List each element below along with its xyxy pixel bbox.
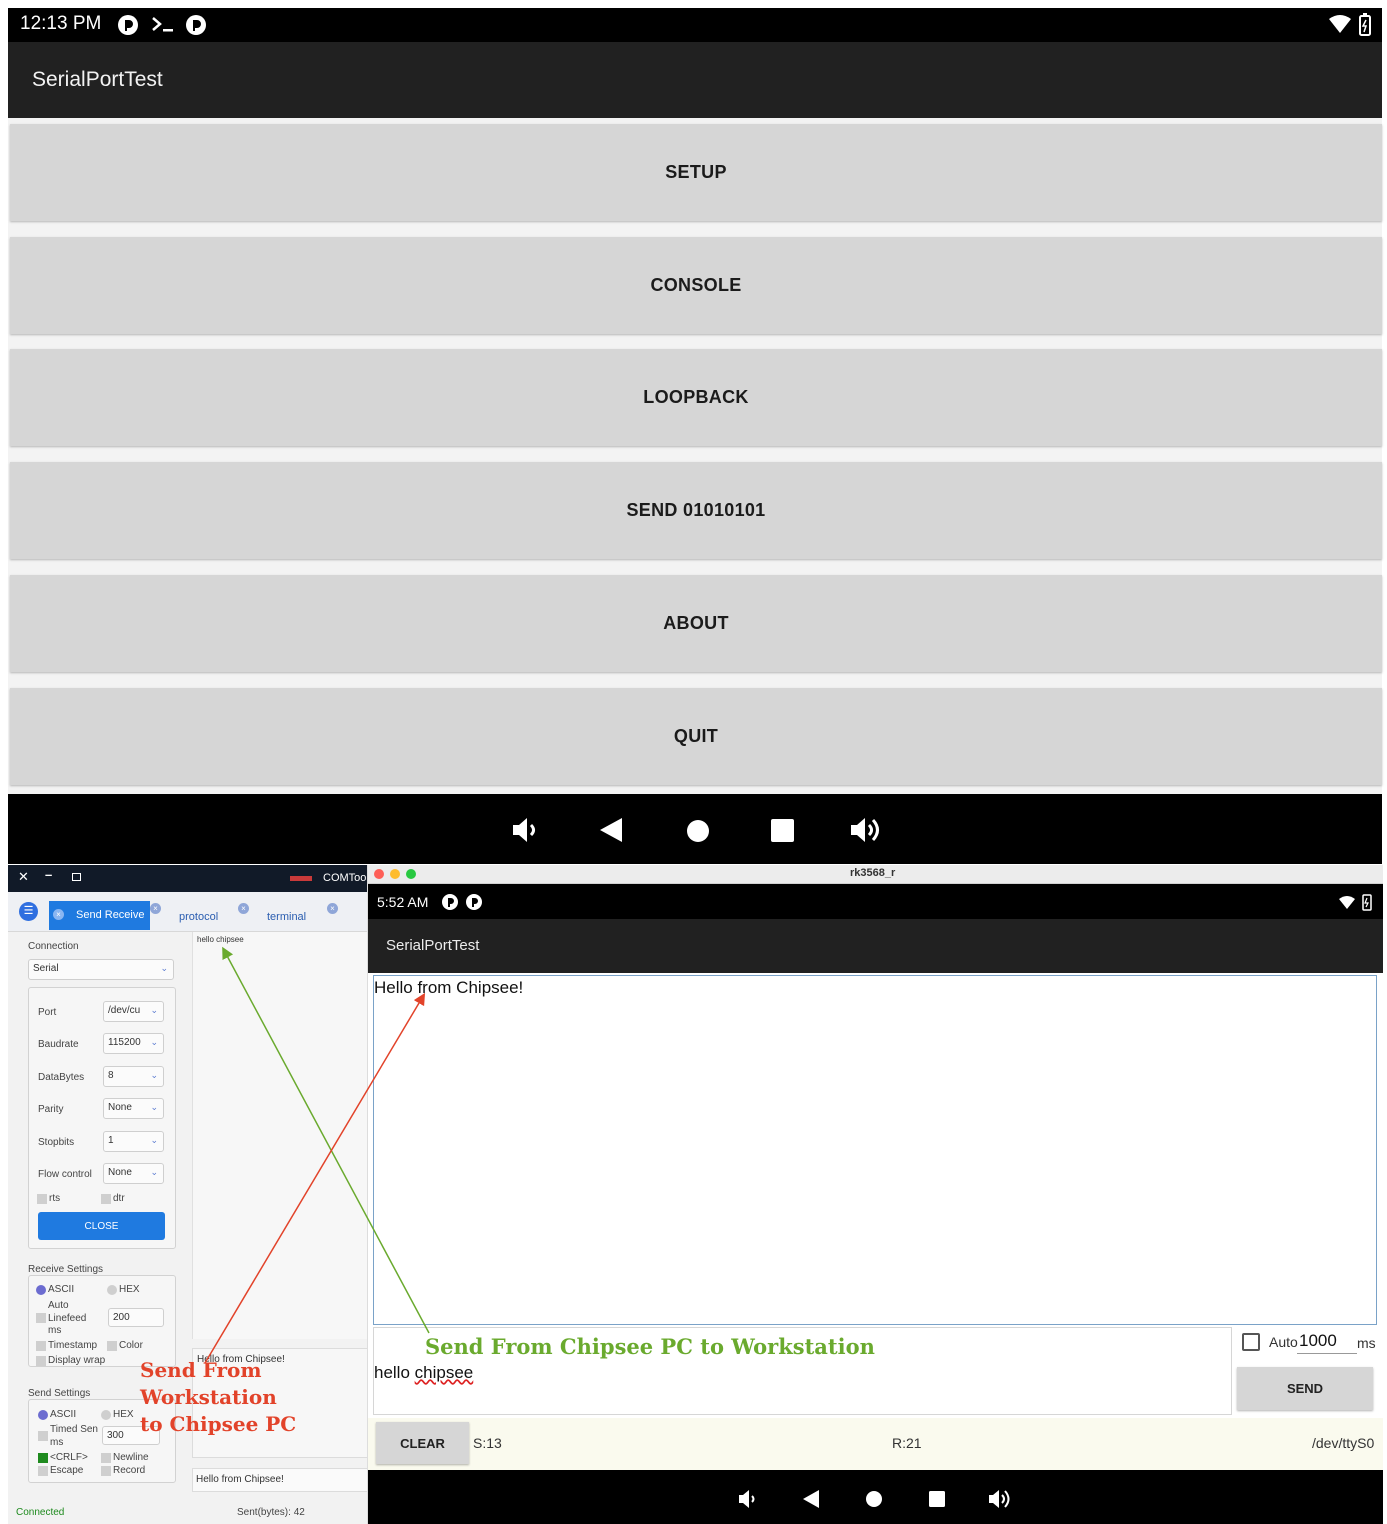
red-annotation-line-3: to Chipsee PC xyxy=(140,1412,297,1436)
red-arrow xyxy=(204,992,426,1364)
red-annotation-line-2: Workstation xyxy=(140,1385,277,1409)
annotation-arrows xyxy=(204,946,430,1364)
green-arrow xyxy=(222,946,430,1334)
red-annotation-line-1: Send From xyxy=(140,1358,262,1382)
green-annotation: Send From Chipsee PC to Workstation xyxy=(425,1334,875,1359)
